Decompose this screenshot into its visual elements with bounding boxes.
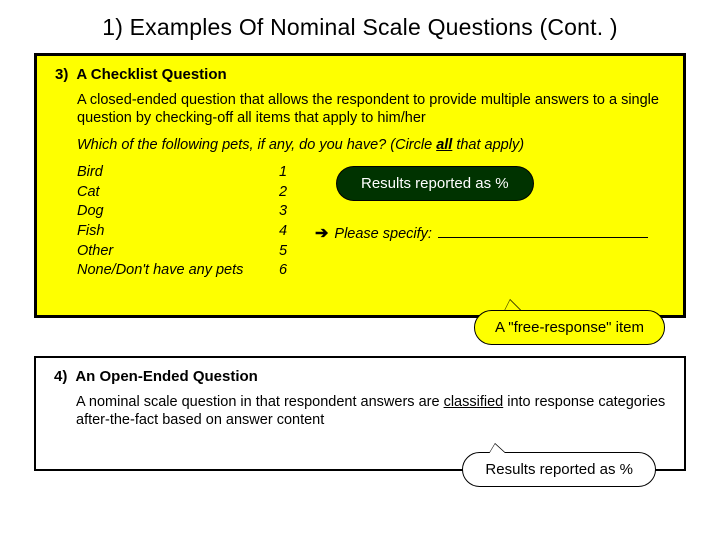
slide: 1) Examples Of Nominal Scale Questions (… [0,0,720,540]
option-label: Cat [77,183,257,203]
results-badge-text: Results reported as % [485,461,633,478]
panel3-prompt: Which of the following pets, if any, do … [77,137,665,153]
panel4-title: An Open-Ended Question [75,368,258,385]
desc-underlined: classified [444,394,504,410]
option-number: 3 [279,202,293,222]
panel3-title: A Checklist Question [76,66,226,83]
please-specify-row: ➔ Please specify: [315,223,648,243]
option-label: Fish [77,222,257,242]
option-label: Dog [77,202,257,222]
callout-tail-icon [489,444,506,454]
option-numbers: 1 2 3 4 5 6 [279,163,293,280]
arrow-icon: ➔ [315,223,328,243]
desc-pre: A nominal scale question in that respond… [76,394,444,410]
option-label: None/Don't have any pets [77,261,257,281]
prompt-part-a: Which of the following pets, if any, do … [77,137,436,153]
results-badge: Results reported as % [337,167,533,200]
options-block: Bird Cat Dog Fish Other None/Don't have … [77,163,665,280]
please-specify-label: Please specify: [334,226,432,242]
option-number: 5 [279,242,293,262]
panel4-number: 4) [54,368,67,385]
panel4-description: A nominal scale question in that respond… [76,393,666,429]
prompt-bold: all [436,137,452,153]
panel-open-ended: 4) An Open-Ended Question A nominal scal… [34,356,686,471]
option-number: 2 [279,183,293,203]
panel4-heading: 4) An Open-Ended Question [54,368,666,385]
panel3-number: 3) [55,66,68,83]
option-label: Other [77,242,257,262]
prompt-part-b: that apply) [452,137,524,153]
page-title: 1) Examples Of Nominal Scale Questions (… [0,0,720,53]
panel3-heading: 3) A Checklist Question [55,66,665,83]
results-badge: Results reported as % [462,452,656,487]
specify-line [438,224,648,239]
option-number: 4 [279,222,293,242]
free-response-callout: A "free-response" item [474,310,665,345]
panel3-description: A closed-ended question that allows the … [77,91,665,127]
option-number: 6 [279,261,293,281]
free-response-badge: A "free-response" item [474,310,665,345]
panel-checklist: 3) A Checklist Question A closed-ended q… [34,53,686,318]
option-labels: Bird Cat Dog Fish Other None/Don't have … [77,163,257,280]
option-label: Bird [77,163,257,183]
option-number: 1 [279,163,293,183]
